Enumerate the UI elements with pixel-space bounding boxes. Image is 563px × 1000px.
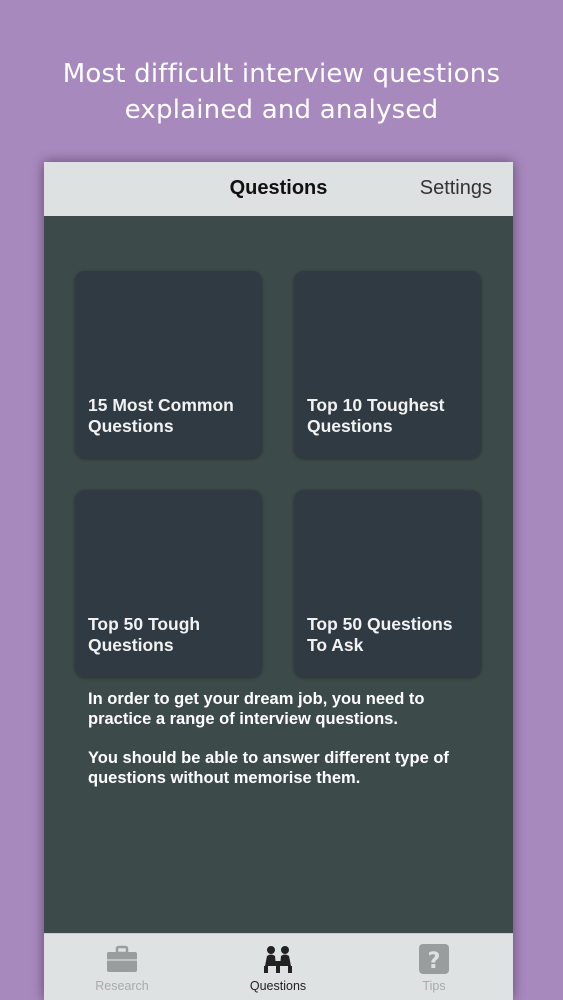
app-screen: Questions Settings 15 Most Common Questi… xyxy=(44,162,513,1000)
tab-research[interactable]: Research xyxy=(44,934,200,1000)
tile-label: Top 50 Tough Questions xyxy=(88,614,201,655)
promo-headline: Most difficult interview questions expla… xyxy=(0,56,563,128)
tile-label: 15 Most Common Questions xyxy=(88,395,234,436)
tab-label: Questions xyxy=(249,979,307,993)
intro-paragraph-2: You should be able to answer different t… xyxy=(88,749,449,787)
tile-15-most-common[interactable]: 15 Most Common Questions xyxy=(75,271,262,458)
tile-top-50-to-ask[interactable]: Top 50 Questions To Ask xyxy=(294,490,481,677)
svg-text:?: ? xyxy=(428,949,441,974)
tile-label: Top 10 Toughest Questions xyxy=(307,395,445,436)
interview-people-icon xyxy=(262,944,294,974)
tile-top-10-toughest[interactable]: Top 10 Toughest Questions xyxy=(294,271,481,458)
intro-paragraph-1: In order to get your dream job, you need… xyxy=(88,690,425,728)
settings-button[interactable]: Settings xyxy=(420,177,492,200)
intro-text: In order to get your dream job, you need… xyxy=(88,689,488,807)
promo-headline-line1: Most difficult interview questions xyxy=(62,59,501,89)
question-mark-icon: ? xyxy=(418,944,450,974)
tab-tips[interactable]: ? Tips xyxy=(356,934,512,1000)
tab-label: Tips xyxy=(422,979,446,993)
tab-bar: Research Questions ? Tips xyxy=(44,933,513,1000)
tab-label: Research xyxy=(95,979,149,993)
tile-label: Top 50 Questions To Ask xyxy=(307,614,453,655)
promo-headline-line2: explained and analysed xyxy=(124,95,439,125)
nav-bar: Questions Settings xyxy=(44,162,513,216)
tab-questions[interactable]: Questions xyxy=(200,934,356,1000)
briefcase-icon xyxy=(106,944,138,974)
tile-top-50-tough[interactable]: Top 50 Tough Questions xyxy=(75,490,262,677)
